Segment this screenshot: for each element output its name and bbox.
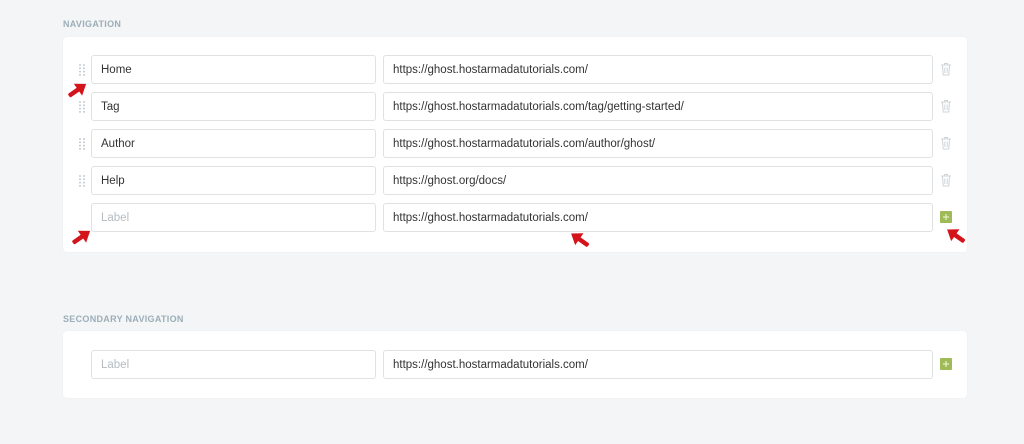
drag-handle-icon[interactable] bbox=[79, 138, 85, 150]
navigation-card bbox=[63, 37, 967, 252]
new-url-input[interactable] bbox=[383, 203, 933, 232]
new-label-input[interactable] bbox=[91, 350, 376, 379]
trash-icon[interactable] bbox=[940, 99, 952, 113]
drag-handle-icon[interactable] bbox=[79, 64, 85, 76]
secondary-navigation-title: SECONDARY NAVIGATION bbox=[63, 314, 184, 324]
nav-item-author bbox=[63, 129, 967, 158]
nav-label-input[interactable] bbox=[91, 92, 376, 121]
nav-label-input[interactable] bbox=[91, 55, 376, 84]
plus-icon bbox=[943, 361, 949, 367]
nav-label-input[interactable] bbox=[91, 166, 376, 195]
nav-label-input[interactable] bbox=[91, 129, 376, 158]
drag-handle-icon[interactable] bbox=[79, 175, 85, 187]
add-item-button[interactable] bbox=[940, 358, 952, 370]
trash-icon[interactable] bbox=[940, 173, 952, 187]
trash-icon[interactable] bbox=[940, 62, 952, 76]
red-arrow-icon bbox=[68, 83, 87, 98]
nav-url-input[interactable] bbox=[383, 55, 933, 84]
nav-new-item bbox=[63, 203, 967, 232]
nav-url-input[interactable] bbox=[383, 166, 933, 195]
red-arrow-icon bbox=[947, 229, 966, 243]
add-item-button[interactable] bbox=[940, 211, 952, 223]
plus-icon bbox=[943, 214, 949, 220]
secondary-navigation-card bbox=[63, 331, 967, 398]
nav-item-home bbox=[63, 55, 967, 84]
navigation-title: NAVIGATION bbox=[63, 19, 122, 29]
drag-handle-icon[interactable] bbox=[79, 101, 85, 113]
new-url-input[interactable] bbox=[383, 350, 933, 379]
secondary-new-item bbox=[63, 350, 967, 379]
red-arrow-icon bbox=[72, 230, 91, 245]
nav-item-help bbox=[63, 166, 967, 195]
nav-url-input[interactable] bbox=[383, 129, 933, 158]
new-label-input[interactable] bbox=[91, 203, 376, 232]
red-arrow-icon bbox=[571, 233, 590, 247]
nav-url-input[interactable] bbox=[383, 92, 933, 121]
nav-item-tag bbox=[63, 92, 967, 121]
trash-icon[interactable] bbox=[940, 136, 952, 150]
